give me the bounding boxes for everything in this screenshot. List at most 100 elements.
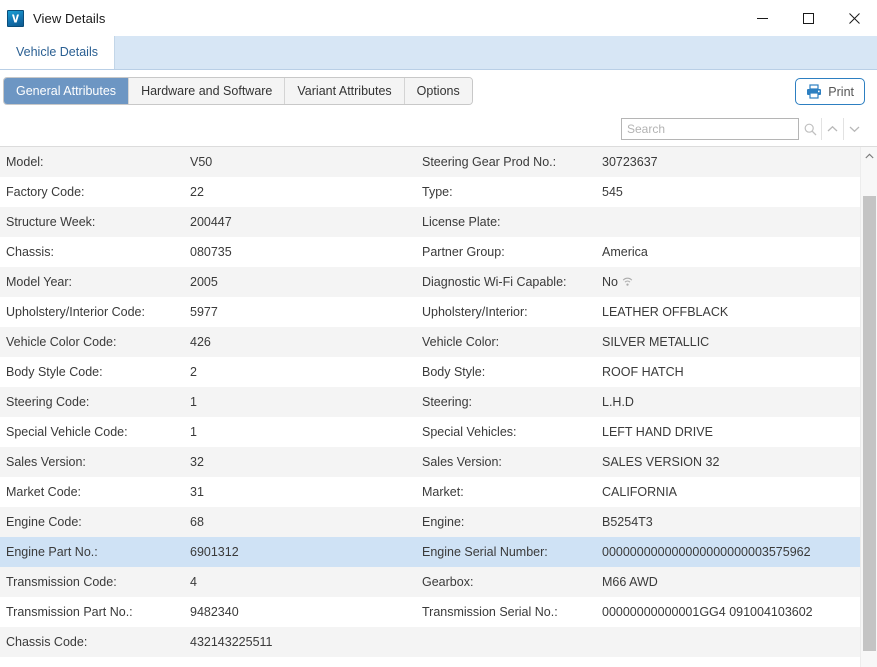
row-value-left: 31: [190, 485, 422, 499]
row-label-left: Vehicle Color Code:: [6, 335, 117, 349]
row-value-right-text: LEFT HAND DRIVE: [602, 425, 713, 439]
row-value-right: No: [602, 275, 857, 289]
table-row[interactable]: Transmission Code: 4 Gearbox: M66 AWD: [0, 567, 860, 597]
row-label-right: Sales Version:: [422, 455, 502, 469]
table-row[interactable]: Market Code: 31 Market: CALIFORNIA: [0, 477, 860, 507]
table-row[interactable]: Engine Code: 68 Engine: B5254T3: [0, 507, 860, 537]
row-label-left: Market Code:: [6, 485, 82, 499]
row-label-left: Engine Part No.:: [6, 545, 98, 559]
chevron-down-icon: [849, 126, 860, 133]
row-value-left: 426: [190, 335, 422, 349]
chevron-up-icon: [827, 125, 838, 132]
table-row[interactable]: Steering Code: 1 Steering: L.H.D: [0, 387, 860, 417]
row-value-right-text: 545: [602, 185, 623, 199]
row-value-left: 6901312: [190, 545, 422, 559]
row-label-right: Steering:: [422, 395, 473, 409]
row-value-left: 1: [190, 425, 422, 439]
row-value-right: L.H.D: [602, 395, 857, 409]
row-label-left: Structure Week:: [6, 215, 96, 229]
table-row[interactable]: Vehicle Color Code: 426 Vehicle Color: SILV…: [0, 327, 860, 357]
tab-vehicle-details[interactable]: Vehicle Details: [0, 35, 115, 69]
row-value-left: 68: [190, 515, 422, 529]
row-value-right-text: L.H.D: [602, 395, 634, 409]
view-details-window: View Details Vehicle Details General Att…: [0, 0, 877, 667]
table-row[interactable]: Engine Part No.: 6901312 Engine Serial Num…: [0, 537, 860, 567]
table-row[interactable]: Upholstery/Interior Code: 5977 Upholstery/…: [0, 297, 860, 327]
chevron-up-icon: [864, 153, 874, 158]
row-value-right: LEATHER OFFBLACK: [602, 305, 857, 319]
row-value-left-text: 32: [190, 455, 204, 469]
row-value-left: 4: [190, 575, 422, 589]
tab-options[interactable]: Options: [404, 78, 472, 104]
row-value-right: 00000000000001GG4 091004103602: [602, 605, 857, 619]
table-row[interactable]: Sales Version: 32 Sales Version: SALES VERS…: [0, 447, 860, 477]
row-label-right: Engine:: [422, 515, 465, 529]
tab-vehicle-details-label: Vehicle Details: [16, 45, 98, 59]
row-label-right: Transmission Serial No.:: [422, 605, 558, 619]
table-row[interactable]: Body Style Code: 2 Body Style: ROOF HATCH: [0, 357, 860, 387]
document-tab-strip: Vehicle Details: [0, 35, 877, 70]
row-value-left: 2: [190, 365, 422, 379]
maximize-button[interactable]: [785, 0, 831, 36]
row-label-left: Engine Code:: [6, 515, 82, 529]
scrollbar-track[interactable]: [861, 164, 877, 667]
row-value-left: 200447: [190, 215, 422, 229]
row-label-right: Steering Gear Prod No.:: [422, 155, 557, 169]
search-previous-button[interactable]: [821, 118, 843, 140]
row-label-right: Body Style:: [422, 365, 486, 379]
row-value-left: 32: [190, 455, 422, 469]
tab-hardware-and-software[interactable]: Hardware and Software: [129, 78, 286, 104]
row-label-right: Upholstery/Interior:: [422, 305, 528, 319]
tab-variant-attributes-label: Variant Attributes: [297, 84, 392, 98]
row-value-right: ROOF HATCH: [602, 365, 857, 379]
search-next-button[interactable]: [843, 118, 865, 140]
row-label-left: Factory Code:: [6, 185, 85, 199]
vertical-scrollbar[interactable]: [860, 147, 877, 667]
scroll-up-button[interactable]: [861, 147, 877, 164]
row-value-right-text: 000000000000000000000003575962: [602, 545, 811, 559]
tab-variant-attributes[interactable]: Variant Attributes: [285, 78, 405, 104]
row-value-right: 30723637: [602, 155, 857, 169]
row-value-left-text: V50: [190, 155, 213, 169]
tab-general-attributes[interactable]: General Attributes: [4, 78, 130, 104]
search-submit-button[interactable]: [799, 118, 821, 140]
row-value-right-text: No: [602, 275, 618, 289]
table-row[interactable]: Transmission Part No.: 9482340 Transmissio…: [0, 597, 860, 627]
row-value-right-text: CALIFORNIA: [602, 485, 678, 499]
row-value-right: SALES VERSION 32: [602, 455, 857, 469]
row-value-left-text: 6901312: [190, 545, 239, 559]
table-row[interactable]: Factory Code: 22 Type: 545: [0, 177, 860, 207]
table-row[interactable]: Model Year: 2005 Diagnostic Wi-Fi Capable:…: [0, 267, 860, 297]
search-input[interactable]: [621, 118, 799, 140]
row-value-left-text: 1: [190, 395, 197, 409]
scrollbar-thumb[interactable]: [863, 196, 876, 651]
close-button[interactable]: [831, 0, 877, 36]
row-value-right: 000000000000000000000003575962: [602, 545, 857, 559]
row-value-left-text: 2005: [190, 275, 218, 289]
table-row[interactable]: Chassis: 080735 Partner Group: America: [0, 237, 860, 267]
table-row[interactable]: Structure Week: 200447 License Plate:: [0, 207, 860, 237]
table-row[interactable]: Model: V50 Steering Gear Prod No.: 30723637: [0, 147, 860, 177]
tab-hardware-and-software-label: Hardware and Software: [141, 84, 273, 98]
row-label-right: Market:: [422, 485, 464, 499]
volvo-v-icon: [7, 9, 24, 27]
print-button[interactable]: Print: [795, 78, 865, 105]
table-row[interactable]: Special Vehicle Code: 1 Special Vehicles: L…: [0, 417, 860, 447]
row-value-left: 5977: [190, 305, 422, 319]
row-value-right-text: LEATHER OFFBLACK: [602, 305, 729, 319]
row-label-left: Model Year:: [6, 275, 73, 289]
row-label-right: Partner Group:: [422, 245, 505, 259]
table-row[interactable]: Chassis Code: 432143225511: [0, 627, 860, 657]
tab-general-attributes-label: General Attributes: [16, 84, 117, 98]
row-value-right: SILVER METALLIC: [602, 335, 857, 349]
row-value-left: 1: [190, 395, 422, 409]
minimize-button[interactable]: [739, 0, 785, 36]
row-label-right: Special Vehicles:: [422, 425, 517, 439]
row-label-left: Sales Version:: [6, 455, 86, 469]
close-icon: [848, 12, 860, 24]
row-value-left-text: 22: [190, 185, 204, 199]
row-value-right: LEFT HAND DRIVE: [602, 425, 857, 439]
window-title: View Details: [33, 10, 106, 26]
toolbar: General Attributes Hardware and Software…: [0, 70, 877, 112]
search-box: [621, 118, 865, 140]
